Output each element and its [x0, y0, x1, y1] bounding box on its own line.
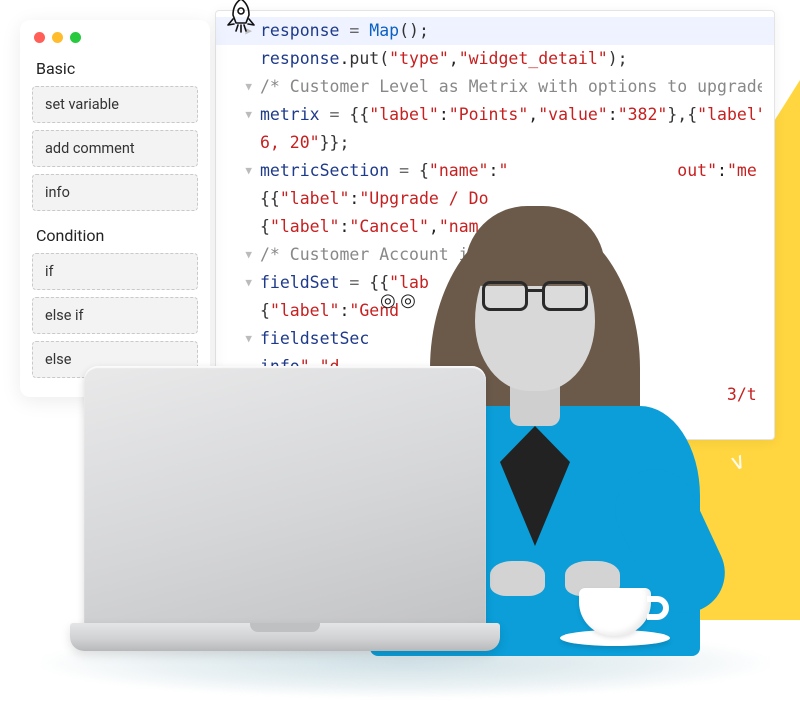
- fold-gutter-icon[interactable]: ▼: [220, 157, 260, 185]
- code-line[interactable]: ▶response = Map();: [216, 17, 774, 45]
- fold-gutter-icon[interactable]: ▼: [220, 325, 260, 353]
- code-text: 6, 20"}};: [260, 129, 762, 157]
- sidebar-item[interactable]: if: [32, 253, 198, 290]
- code-line[interactable]: 6, 20"}};: [216, 129, 774, 157]
- laptop: [70, 366, 500, 651]
- code-line[interactable]: ▼metricSection = {"name":" out":"me: [216, 157, 774, 185]
- maximize-icon[interactable]: [70, 32, 81, 43]
- rocket-icon: [220, 0, 262, 37]
- code-text: metrix = {{"label":"Points","value":"382…: [260, 101, 762, 129]
- fold-gutter-icon[interactable]: ▼: [220, 241, 260, 269]
- sidebar-section-title: Condition: [20, 218, 210, 253]
- close-icon[interactable]: [34, 32, 45, 43]
- code-text: /* Customer Level as Metrix with options…: [260, 73, 762, 101]
- fold-gutter-icon[interactable]: ▼: [220, 269, 260, 297]
- minimize-icon[interactable]: [52, 32, 63, 43]
- sidebar-section-title: Basic: [20, 51, 210, 86]
- code-line[interactable]: ▼metrix = {{"label":"Points","value":"38…: [216, 101, 774, 129]
- sidebar-item[interactable]: add comment: [32, 130, 198, 167]
- window-controls: [20, 20, 210, 51]
- sidebar-item[interactable]: else if: [32, 297, 198, 334]
- fold-gutter-icon[interactable]: ▼: [220, 73, 260, 101]
- sidebar-panel: Basicset variable add comment info Conditio…: [20, 20, 210, 397]
- code-text: response = Map();: [260, 17, 762, 45]
- code-line[interactable]: response.put("type","widget_detail");: [216, 45, 774, 73]
- sidebar-item[interactable]: set variable: [32, 86, 198, 123]
- coffee-cup: [579, 588, 670, 646]
- code-line[interactable]: ▼/* Customer Level as Metrix with option…: [216, 73, 774, 101]
- sidebar-item[interactable]: info: [32, 174, 198, 211]
- code-text: response.put("type","widget_detail");: [260, 45, 762, 73]
- code-text: metricSection = {"name":" out":"me: [260, 157, 762, 185]
- fold-gutter-icon[interactable]: ▼: [220, 101, 260, 129]
